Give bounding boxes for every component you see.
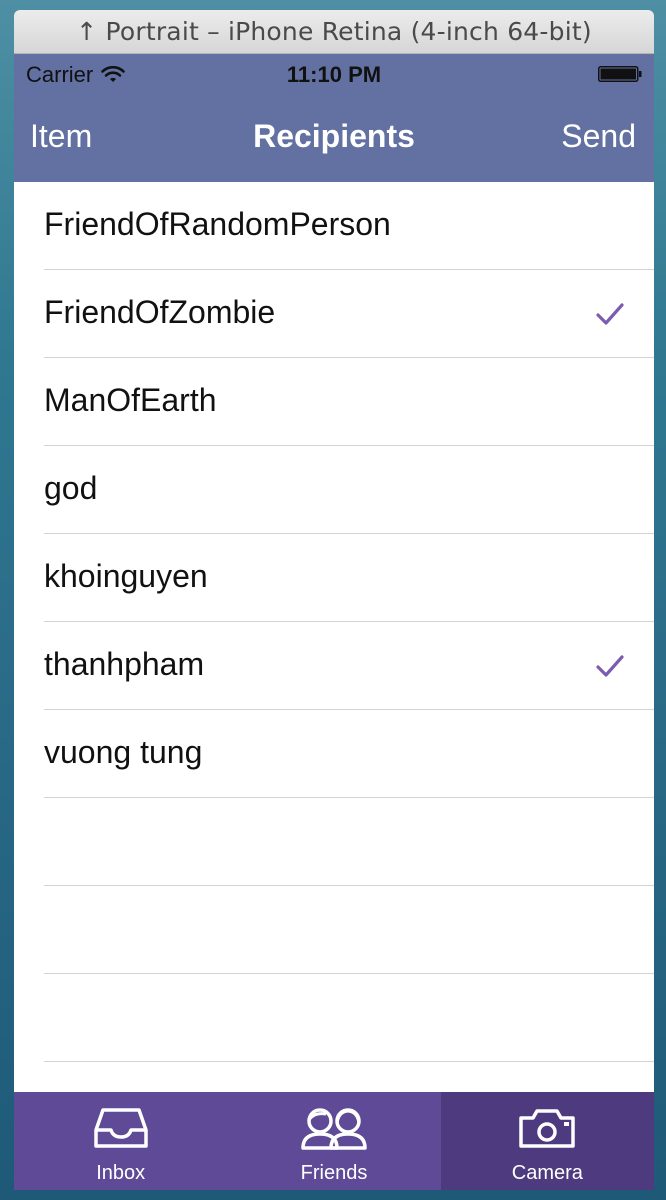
- tab-friends[interactable]: Friends: [227, 1092, 440, 1190]
- status-time: 11:10 PM: [286, 62, 382, 87]
- checkmark-icon: [596, 303, 624, 325]
- friends-icon: [301, 1108, 367, 1150]
- recipient-row[interactable]: ManOfEarth: [14, 358, 654, 446]
- recipient-row[interactable]: god: [14, 446, 654, 534]
- recipients-list: FriendOfRandomPerson FriendOfZombie ManO…: [14, 182, 654, 1062]
- recipient-name: FriendOfZombie: [44, 294, 276, 330]
- recipient-name: god: [44, 470, 98, 506]
- page-title: Recipients: [253, 118, 415, 154]
- recipient-name: vuong tung: [44, 734, 203, 770]
- send-button[interactable]: Send: [561, 118, 636, 155]
- checkmark-icon: [596, 655, 624, 677]
- recipient-name: ManOfEarth: [44, 382, 217, 418]
- phone-screen: Carrier 11:10 PM Item Recipients Send Fr…: [14, 54, 654, 1190]
- empty-row: [14, 798, 654, 886]
- status-bar: Carrier 11:10 PM: [14, 54, 654, 94]
- tab-camera[interactable]: Camera: [440, 1092, 654, 1190]
- recipient-row[interactable]: vuong tung: [14, 710, 654, 798]
- tab-label: Camera: [511, 1162, 583, 1184]
- recipient-row[interactable]: FriendOfRandomPerson: [14, 182, 654, 270]
- battery-icon: [598, 66, 642, 82]
- recipient-name: thanhpham: [44, 646, 205, 682]
- recipient-name: khoinguyen: [44, 558, 208, 594]
- recipient-name: FriendOfRandomPerson: [44, 206, 391, 242]
- recipient-row[interactable]: FriendOfZombie: [14, 270, 654, 358]
- window-title: ↑ Portrait – iPhone Retina (4-inch 64-bi…: [14, 10, 654, 54]
- tab-inbox[interactable]: Inbox: [14, 1092, 227, 1190]
- tab-bar: Inbox Friends Camera: [14, 1092, 654, 1190]
- camera-icon: [519, 1109, 576, 1148]
- empty-row: [14, 886, 654, 974]
- recipient-row[interactable]: khoinguyen: [14, 534, 654, 622]
- simulator-window: ↑ Portrait – iPhone Retina (4-inch 64-bi…: [0, 0, 666, 1200]
- navigation-bar: Carrier 11:10 PM Item Recipients Send: [14, 54, 654, 182]
- inbox-tray-icon: [93, 1108, 148, 1148]
- recipient-row[interactable]: thanhpham: [14, 622, 654, 710]
- empty-row: [14, 974, 654, 1062]
- tab-label: Friends: [300, 1162, 368, 1184]
- tab-label: Inbox: [96, 1162, 146, 1184]
